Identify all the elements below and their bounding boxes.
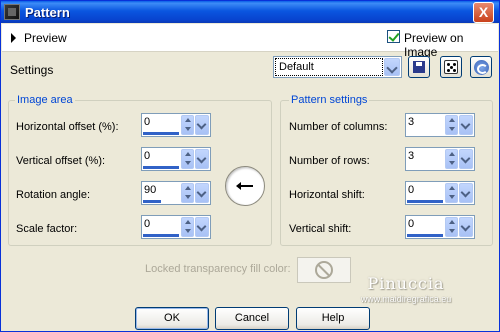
vertical-offset-label: Vertical offset (%): (16, 155, 106, 167)
preview-on-image-label[interactable]: Preview on Image (404, 31, 498, 59)
image-area-title: Image area (15, 94, 75, 106)
rotation-angle-bar (143, 200, 161, 203)
dice-icon (444, 60, 458, 74)
rotation-angle-value: 90 (144, 184, 157, 196)
chevron-down-icon[interactable] (459, 217, 473, 237)
chevron-down-icon[interactable] (384, 58, 400, 76)
rotation-dial-arrow-icon (236, 182, 253, 190)
title-bar[interactable]: Pattern X (1, 1, 499, 23)
help-button[interactable]: Help (296, 307, 370, 330)
spin-arrows-icon[interactable] (445, 217, 458, 237)
number-of-rows-value: 3 (408, 150, 415, 162)
scale-factor-bar (143, 234, 179, 237)
number-of-columns-label: Number of columns: (289, 121, 388, 133)
chevron-down-icon[interactable] (195, 183, 209, 203)
rotation-dial[interactable] (225, 166, 265, 206)
ok-button[interactable]: OK (135, 307, 209, 330)
rotation-angle-input[interactable]: 90 (141, 181, 211, 205)
rotation-angle-label: Rotation angle: (16, 189, 90, 201)
number-of-columns-value: 3 (408, 116, 415, 128)
cancel-button[interactable]: Cancel (215, 307, 289, 330)
horizontal-shift-label: Horizontal shift: (289, 189, 365, 201)
chevron-down-icon[interactable] (195, 149, 209, 169)
vertical-shift-bar (407, 234, 443, 237)
reset-button[interactable] (470, 56, 492, 78)
chevron-down-icon[interactable] (195, 115, 209, 135)
horizontal-shift-value: 0 (408, 184, 415, 196)
chevron-down-icon[interactable] (459, 183, 473, 203)
horizontal-offset-bar (143, 132, 179, 135)
pattern-dialog: Pattern X Preview Preview on Image Setti… (0, 0, 500, 332)
preview-on-image-checkbox[interactable] (387, 30, 400, 43)
preview-bar: Preview Preview on Image (2, 24, 498, 59)
settings-dropdown[interactable]: Default (273, 56, 402, 78)
chevron-down-icon[interactable] (195, 217, 209, 237)
expand-preview-icon[interactable] (11, 33, 16, 43)
spin-arrows-icon[interactable] (445, 115, 458, 135)
chevron-down-icon[interactable] (459, 115, 473, 135)
vertical-shift-label: Vertical shift: (289, 223, 352, 235)
settings-label: Settings (10, 63, 54, 77)
settings-selected-value: Default (275, 58, 383, 76)
window-title: Pattern (25, 5, 70, 20)
spin-arrows-icon[interactable] (445, 183, 458, 203)
vertical-offset-input[interactable]: 0 (141, 147, 211, 171)
spin-arrows-icon[interactable] (181, 217, 194, 237)
vertical-shift-input[interactable]: 0 (405, 215, 475, 239)
vertical-offset-bar (143, 166, 179, 169)
locked-transparency-label: Locked transparency fill color: (145, 263, 291, 275)
horizontal-shift-bar (407, 200, 443, 203)
close-button[interactable]: X (473, 2, 494, 23)
spin-arrows-icon[interactable] (181, 149, 194, 169)
number-of-rows-label: Number of rows: (289, 155, 370, 167)
reset-icon (474, 60, 489, 75)
save-preset-button[interactable] (408, 56, 430, 78)
spin-arrows-icon[interactable] (445, 149, 458, 169)
pattern-settings-title: Pattern settings (289, 94, 370, 106)
horizontal-shift-input[interactable]: 0 (405, 181, 475, 205)
scale-factor-label: Scale factor: (16, 223, 78, 235)
scale-factor-input[interactable]: 0 (141, 215, 211, 239)
spin-arrows-icon[interactable] (181, 183, 194, 203)
watermark-url: www.maidiregrafica.eu (360, 294, 452, 304)
horizontal-offset-input[interactable]: 0 (141, 113, 211, 137)
number-of-rows-input[interactable]: 3 (405, 147, 475, 171)
spin-arrows-icon[interactable] (181, 115, 194, 135)
horizontal-offset-label: Horizontal offset (%): (16, 121, 119, 133)
chevron-down-icon[interactable] (459, 149, 473, 169)
watermark-name: Pinuccia (367, 274, 445, 293)
app-icon (4, 4, 20, 20)
vertical-shift-value: 0 (408, 218, 415, 230)
preview-toggle[interactable]: Preview (24, 31, 67, 45)
floppy-disk-icon (413, 61, 425, 73)
horizontal-offset-value: 0 (144, 116, 151, 128)
number-of-columns-input[interactable]: 3 (405, 113, 475, 137)
vertical-offset-value: 0 (144, 150, 151, 162)
randomize-button[interactable] (440, 56, 462, 78)
scale-factor-value: 0 (144, 218, 151, 230)
